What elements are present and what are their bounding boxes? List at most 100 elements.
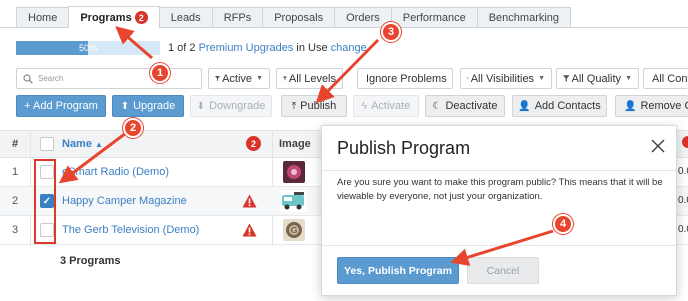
row-number: 2 (12, 195, 19, 207)
search-box[interactable] (16, 68, 202, 89)
row-edge-value: 0.0 (678, 166, 688, 177)
row-edge-value: 0.0 (678, 224, 688, 235)
step-marker-4: 4 (553, 214, 573, 234)
usage-count: 1 of 2 (168, 42, 196, 54)
button-label: Publish (300, 100, 337, 112)
tab-label: RFPs (223, 11, 252, 24)
search-icon (23, 73, 33, 84)
button-label: Remove Contacts (640, 100, 688, 112)
upload-icon: ⤒ (291, 100, 297, 112)
row-number: 1 (12, 166, 19, 178)
filter-contacts[interactable]: All Contacts (643, 68, 688, 89)
funnel-icon (563, 75, 570, 82)
dialog-title: Publish Program (337, 138, 471, 158)
header-alert-dot (682, 136, 688, 148)
row-edge-value: 0.0 (678, 195, 688, 206)
tab-label: Leads (170, 11, 201, 24)
premium-upgrades-link[interactable]: Premium Upgrades (199, 42, 294, 54)
filter-status[interactable]: Active ▼ (208, 68, 270, 89)
publish-button[interactable]: ⤒ Publish (281, 95, 347, 117)
button-label: Add Contacts (534, 100, 601, 112)
arrow-up-icon: ⬆ (120, 100, 130, 112)
dialog-divider (322, 245, 676, 246)
dialog-message: Are you sure you want to make this progr… (337, 177, 663, 202)
filter-label: Ignore Problems (366, 72, 447, 85)
chevron-down-icon: ▼ (625, 75, 632, 82)
program-count: 3 Programs (60, 255, 121, 267)
filter-label: All Quality (571, 72, 622, 85)
activate-button[interactable]: ϟ Activate (353, 95, 419, 117)
remove-contacts-button[interactable]: 👤Remove Contacts (615, 95, 688, 117)
add-contacts-button[interactable]: 👤 Add Contacts (512, 95, 607, 117)
deactivate-button[interactable]: ☾ Deactivate (425, 95, 505, 117)
chevron-down-icon: ▼ (256, 75, 263, 82)
step-marker-3: 3 (381, 22, 401, 42)
tab-performance[interactable]: Performance (390, 7, 478, 27)
chevron-down-icon: ▼ (538, 75, 545, 82)
step-marker-2: 2 (123, 118, 143, 138)
column-header-number: # (12, 138, 19, 150)
funnel-icon (215, 75, 221, 82)
step-marker-1: 1 (150, 63, 170, 83)
programs-alert-badge: 2 (134, 11, 148, 24)
dialog-divider (322, 170, 676, 171)
filter-visibilities[interactable]: All Visibilities ▼ (460, 68, 552, 89)
tab-label: Proposals (274, 11, 324, 24)
tab-label: Home (28, 11, 58, 24)
button-label: + Add Program (24, 100, 98, 112)
tab-benchmarking[interactable]: Benchmarking (476, 7, 572, 27)
moon-icon: ☾ (432, 100, 442, 112)
publish-program-dialog: Publish Program Are you sure you want to… (321, 125, 677, 296)
premium-usage-progress: 50% (16, 41, 160, 55)
row-number: 3 (12, 224, 19, 236)
svg-text:G: G (291, 226, 297, 235)
cancel-button[interactable]: Cancel (467, 257, 539, 284)
column-header-image: Image (279, 138, 311, 150)
filter-label: All Contacts (652, 72, 688, 85)
downgrade-button[interactable]: ⬇ Downgrade (190, 95, 272, 117)
add-program-button[interactable]: + Add Program (16, 95, 106, 117)
tab-proposals[interactable]: Proposals (262, 7, 336, 27)
tab-label: Programs (80, 11, 132, 24)
tab-label: Benchmarking (488, 11, 560, 24)
close-icon[interactable] (650, 138, 666, 154)
filter-quality[interactable]: All Quality ▼ (556, 68, 639, 89)
tab-programs[interactable]: Programs 2 (68, 6, 160, 28)
upgrade-button[interactable]: ⬆ Upgrade (112, 95, 184, 117)
usage-suffix: in Use (296, 42, 328, 54)
funnel-icon (283, 76, 287, 81)
remove-user-icon: 👤 (624, 100, 637, 112)
column-header-name[interactable]: Name ▲ (62, 138, 103, 150)
program-thumbnail-image (281, 190, 307, 212)
program-name-link[interactable]: The Gerb Television (Demo) (62, 224, 199, 236)
program-name-link[interactable]: Happy Camper Magazine (62, 195, 187, 207)
warning-icon[interactable] (242, 223, 257, 237)
program-thumbnail-image: G (283, 219, 305, 241)
tab-leads[interactable]: Leads (158, 7, 213, 27)
tab-rfps[interactable]: RFPs (211, 7, 264, 27)
program-thumbnail-image (283, 161, 305, 183)
change-link[interactable]: change (331, 42, 367, 54)
button-label: Upgrade (133, 100, 176, 112)
warning-icon[interactable] (242, 194, 257, 208)
tab-home[interactable]: Home (16, 7, 70, 27)
button-label: Downgrade (209, 100, 266, 112)
main-tabs: Home Programs 2 Leads RFPs Proposals Orde… (16, 6, 572, 28)
column-header-name-label: Name (62, 138, 92, 150)
checkbox-highlight-box (34, 159, 56, 244)
filter-label: Active (222, 72, 253, 85)
filter-levels[interactable]: All Levels (276, 68, 343, 89)
program-name-link[interactable]: eSmart Radio (Demo) (62, 166, 169, 178)
filter-label: All Visibilities (470, 72, 535, 85)
bolt-icon: ϟ (361, 100, 368, 112)
problems-count-badge: 2 (246, 136, 261, 151)
tab-label: Performance (402, 11, 466, 24)
funnel-icon (467, 77, 469, 80)
filter-label: All Levels (288, 72, 336, 85)
chevron-down-icon: ▼ (451, 75, 452, 82)
filter-problems[interactable]: Ignore Problems ▼ (357, 68, 453, 89)
add-user-icon: 👤 (518, 100, 531, 112)
select-all-checkbox[interactable] (40, 137, 54, 151)
confirm-publish-button[interactable]: Yes, Publish Program (337, 257, 459, 284)
tab-label: Orders (346, 11, 380, 24)
